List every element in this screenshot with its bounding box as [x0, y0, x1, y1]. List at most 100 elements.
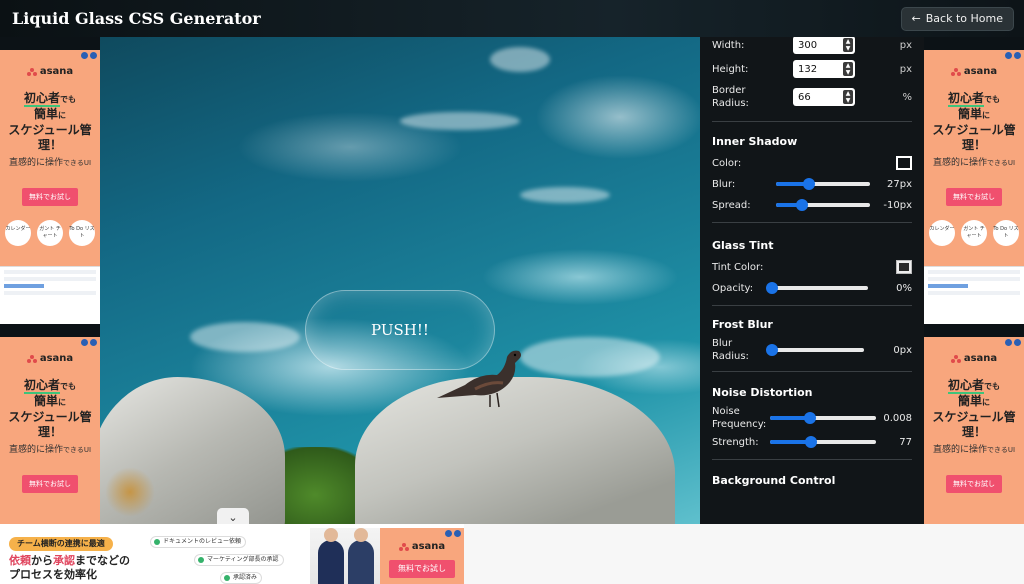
border-radius-input[interactable]: 66 ▲ ▼ — [793, 88, 855, 106]
back-to-home-label: Back to Home — [925, 12, 1003, 25]
ad-left-bottom[interactable]: asana 初心者でも 簡単に スケジュール管理！ 直感的に操作できるUI 無料でお… — [0, 337, 100, 524]
ad-app-screenshot — [924, 266, 1024, 324]
ad-cta-button[interactable]: 無料でお試し — [22, 188, 78, 206]
slider-thumb[interactable] — [805, 436, 818, 448]
ad-info-icon[interactable] — [445, 530, 461, 538]
ad-info-icon[interactable] — [1005, 52, 1021, 60]
tint-color-row: Tint Color: — [712, 260, 912, 274]
banner-workflow: ドキュメントのレビュー依頼 マーケティング部長の承認 承認済み — [150, 532, 310, 584]
slider-thumb[interactable] — [765, 282, 778, 294]
app-root: Liquid Glass CSS Generator ← Back to Hom… — [0, 0, 1024, 584]
border-radius-stepper-icon[interactable]: ▲ ▼ — [843, 90, 853, 104]
glass-tint-title: Glass Tint — [712, 239, 774, 252]
ad-cta-button[interactable]: 無料でお試し — [946, 475, 1002, 493]
ad-headline: 初心者でも 簡単に スケジュール管理！ — [8, 378, 92, 439]
noise-strength-value: 77 — [899, 436, 912, 448]
ad-cta-button[interactable]: 無料でお試し — [946, 188, 1002, 206]
slider-thumb[interactable] — [802, 178, 815, 190]
banner-cta-button[interactable]: 無料でお試し — [389, 560, 455, 578]
asana-logo: asana — [380, 541, 464, 552]
asana-logo: asana — [0, 66, 100, 77]
shadow-color-picker[interactable] — [896, 156, 912, 170]
asana-dots-icon — [26, 354, 37, 363]
arrow-left-icon: ← — [911, 12, 921, 25]
shadow-spread-value: -10px — [883, 199, 912, 211]
noise-strength-slider[interactable] — [770, 436, 876, 448]
tint-opacity-value: 0% — [896, 282, 912, 294]
width-input[interactable]: 300 ▲ ▼ — [793, 37, 855, 54]
slider-thumb[interactable] — [804, 412, 817, 424]
ad-info-icon[interactable] — [81, 52, 97, 60]
tint-color-label: Tint Color: — [712, 261, 764, 273]
divider — [712, 459, 912, 460]
wave-foam — [400, 112, 520, 130]
tint-color-picker[interactable] — [896, 260, 912, 274]
bottom-banner: チーム横断の連携に最適 依頼から承認までなどの プロセスを効率化 ドキュメントのレ… — [0, 524, 1024, 584]
chevron-down-icon: ⌄ — [228, 510, 238, 524]
frost-radius-slider[interactable] — [765, 344, 864, 356]
todo-list-icon: To Do リスト — [69, 220, 95, 246]
height-input[interactable]: 132 ▲ ▼ — [793, 60, 855, 78]
wave-foam — [190, 322, 300, 352]
asana-logo: asana — [924, 353, 1024, 364]
shadow-spread-row: Spread: -10px — [712, 198, 912, 212]
asana-dots-icon — [950, 67, 961, 76]
shadow-blur-slider[interactable] — [776, 178, 870, 190]
ad-right-bottom[interactable]: asana 初心者でも 簡単に スケジュール管理！ 直感的に操作できるUI 無料でお… — [924, 337, 1024, 524]
tint-opacity-row: Opacity: 0% — [712, 281, 912, 295]
wave-foam — [520, 337, 660, 377]
border-radius-value: 66 — [798, 91, 811, 103]
glass-preview-button[interactable]: PUSH!! — [305, 290, 495, 370]
asana-logo: asana — [0, 353, 100, 364]
asana-dots-icon — [398, 542, 409, 551]
ad-info-icon[interactable] — [1005, 339, 1021, 347]
noise-frequency-row: Noise Frequency: 0.008 — [712, 405, 912, 431]
border-radius-unit: % — [902, 91, 912, 103]
width-row: Width: 300 ▲ ▼ px — [712, 37, 912, 54]
width-unit: px — [899, 39, 912, 51]
collapse-banner-button[interactable]: ⌄ — [217, 508, 249, 524]
shadow-blur-row: Blur: 27px — [712, 177, 912, 191]
noise-frequency-value: 0.008 — [883, 412, 912, 424]
ad-feature-icons: カレンダー ガント チャート To Do リスト — [0, 220, 100, 246]
ad-subtext: 直感的に操作できるUI — [8, 445, 92, 455]
shadow-blur-label: Blur: — [712, 178, 736, 190]
shadow-spread-slider[interactable] — [776, 199, 870, 211]
banner-people-photo — [310, 528, 380, 584]
frost-radius-label: Blur Radius: — [712, 338, 749, 362]
shadow-spread-label: Spread: — [712, 199, 751, 211]
header-bar: Liquid Glass CSS Generator ← Back to Hom… — [0, 0, 1024, 37]
width-stepper-icon[interactable]: ▲ ▼ — [843, 38, 853, 52]
width-value: 300 — [798, 39, 818, 51]
ad-subtext: 直感的に操作できるUI — [932, 158, 1016, 168]
slider-thumb[interactable] — [796, 199, 809, 211]
banner-tag: チーム横断の連携に最適 — [9, 537, 113, 551]
inner-shadow-title: Inner Shadow — [712, 135, 798, 148]
lichen-spot — [105, 467, 155, 517]
divider — [712, 121, 912, 122]
height-stepper-icon[interactable]: ▲ ▼ — [843, 62, 853, 76]
ad-right-top[interactable]: asana 初心者でも 簡単に スケジュール管理！ 直感的に操作できるUI 無料でお… — [924, 50, 1024, 324]
workflow-step: ドキュメントのレビュー依頼 — [150, 536, 247, 548]
calendar-icon: カレンダー — [929, 220, 955, 246]
ad-info-icon[interactable] — [81, 339, 97, 347]
todo-list-icon: To Do リスト — [993, 220, 1019, 246]
workflow-step: マーケティング部長の承認 — [194, 554, 284, 566]
control-panel: Width: 300 ▲ ▼ px Height: 132 ▲ ▼ px Borde… — [700, 37, 924, 524]
asana-dots-icon — [26, 67, 37, 76]
asana-dots-icon — [950, 354, 961, 363]
glass-preview-button-label: PUSH!! — [371, 321, 429, 339]
height-value: 132 — [798, 63, 818, 75]
person-figure — [348, 528, 374, 584]
ad-left-top[interactable]: asana 初心者でも 簡単に スケジュール管理！ 直感的に操作できるUI 無料でお… — [0, 50, 100, 324]
background-control-title: Background Control — [712, 474, 836, 487]
slider-thumb[interactable] — [765, 344, 778, 356]
banner-ad[interactable]: チーム横断の連携に最適 依頼から承認までなどの プロセスを効率化 ドキュメントのレ… — [0, 524, 464, 584]
tint-opacity-slider[interactable] — [765, 282, 868, 294]
banner-headline: 依頼から承認までなどの プロセスを効率化 — [9, 554, 130, 581]
noise-frequency-slider[interactable] — [770, 412, 876, 424]
frost-radius-value: 0px — [893, 344, 912, 356]
ad-cta-button[interactable]: 無料でお試し — [22, 475, 78, 493]
ad-subtext: 直感的に操作できるUI — [8, 158, 92, 168]
back-to-home-button[interactable]: ← Back to Home — [900, 6, 1014, 31]
